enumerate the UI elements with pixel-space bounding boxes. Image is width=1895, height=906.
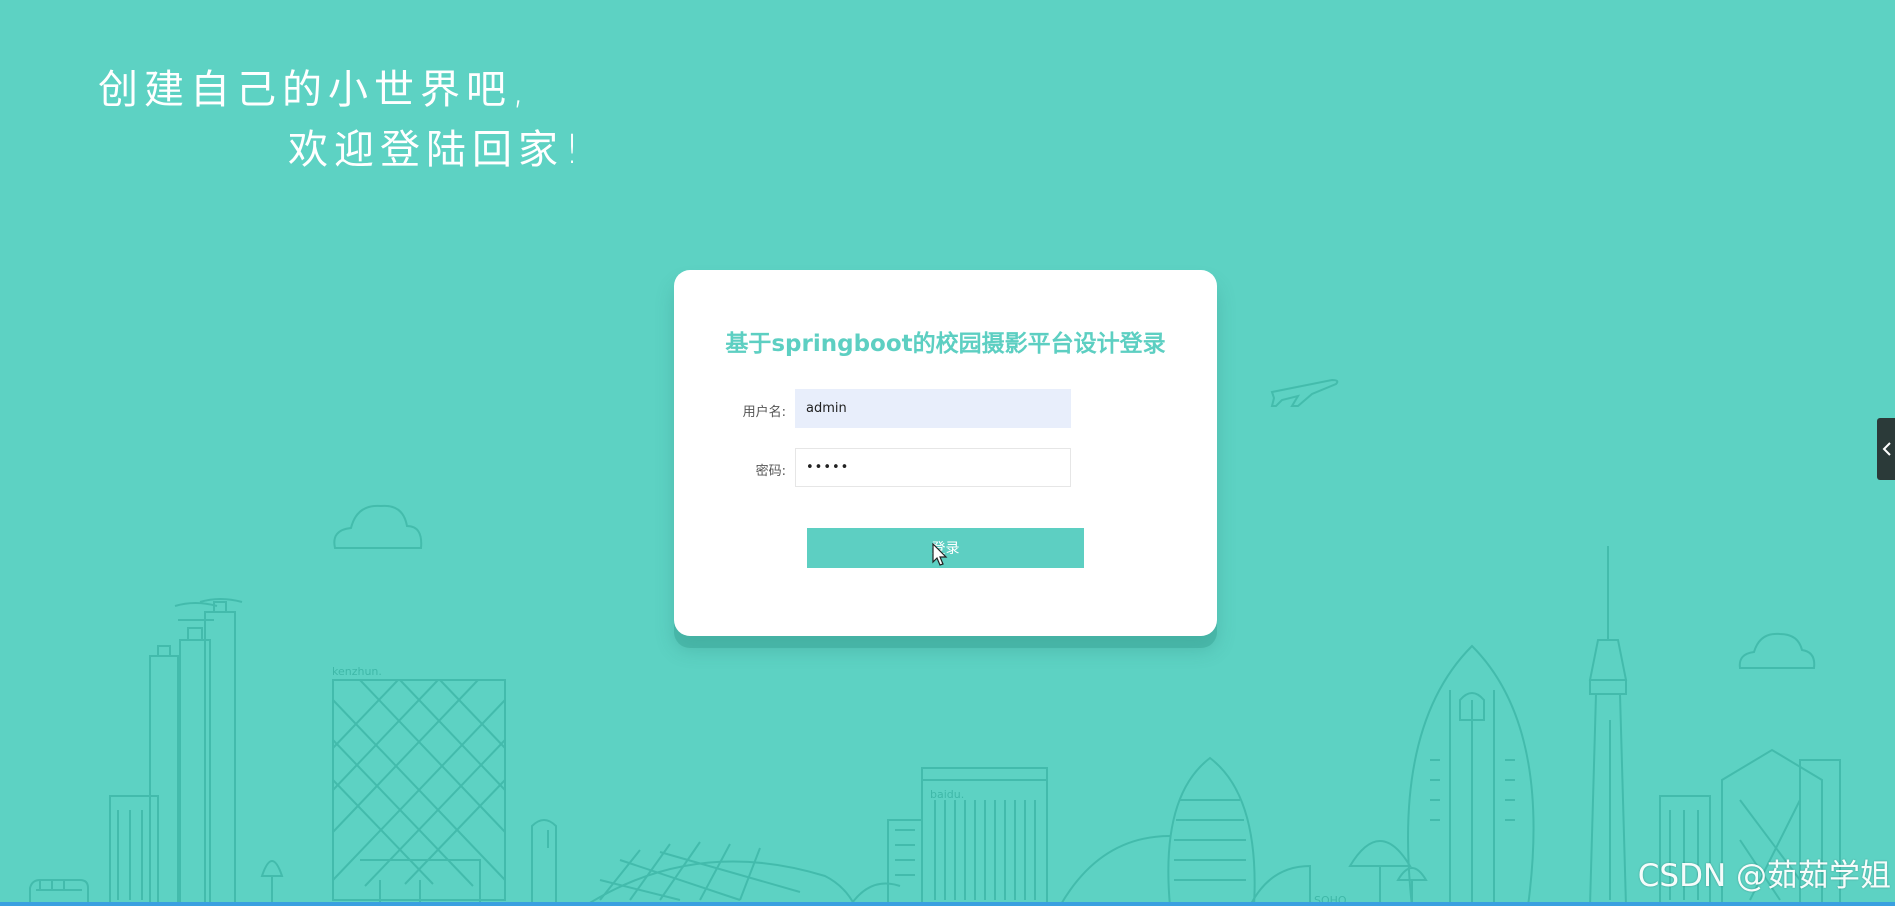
password-label: 密码: bbox=[755, 464, 786, 479]
username-input[interactable] bbox=[795, 389, 1071, 428]
password-input[interactable] bbox=[795, 448, 1071, 487]
bottom-scroll-indicator bbox=[0, 902, 1895, 906]
cloud-right-icon bbox=[1738, 632, 1816, 669]
csdn-watermark: CSDN @茹茹学姐 bbox=[1637, 858, 1891, 894]
login-page: kenzhun. baidu. SOHO 创建自己的小世界吧, 欢迎登陆回家! … bbox=[0, 0, 1895, 906]
login-title: 基于springboot的校园摄影平台设计登录 bbox=[725, 331, 1166, 357]
login-card: 基于springboot的校园摄影平台设计登录 用户名: 密码: 登录 bbox=[674, 270, 1217, 636]
slogan-line-1: 创建自己的小世界吧, bbox=[98, 67, 531, 113]
mouse-pointer-icon bbox=[932, 543, 948, 566]
side-panel-toggle[interactable] bbox=[1877, 418, 1895, 480]
baidu-label: baidu. bbox=[930, 788, 964, 801]
kenzhun-label: kenzhun. bbox=[332, 665, 382, 678]
username-label: 用户名: bbox=[742, 405, 786, 420]
slogan-line-2: 欢迎登陆回家! bbox=[288, 127, 587, 173]
chevron-left-icon bbox=[1882, 442, 1891, 456]
cloud-left-icon bbox=[333, 504, 423, 549]
airplane-icon bbox=[1270, 378, 1339, 407]
